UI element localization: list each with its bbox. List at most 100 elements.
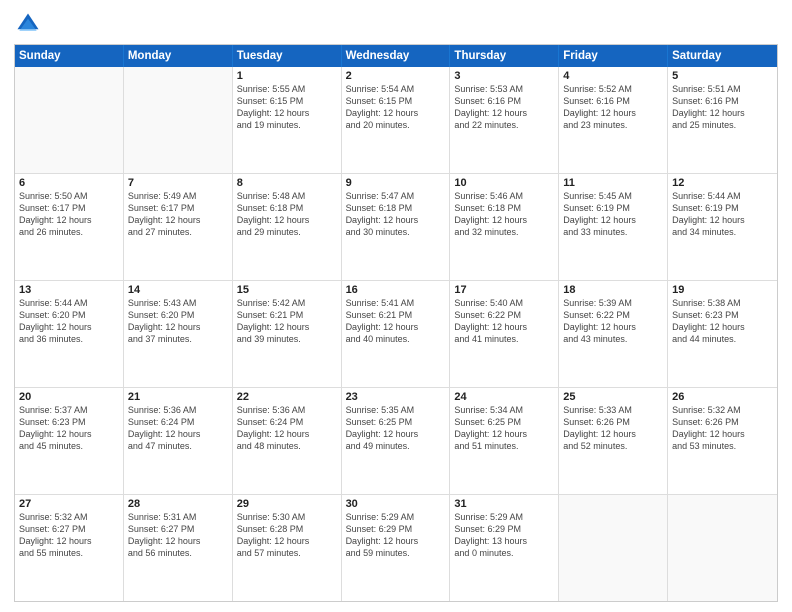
calendar-cell-18: 18Sunrise: 5:39 AM Sunset: 6:22 PM Dayli… xyxy=(559,281,668,387)
calendar-cell-4: 4Sunrise: 5:52 AM Sunset: 6:16 PM Daylig… xyxy=(559,67,668,173)
calendar-cell-5: 5Sunrise: 5:51 AM Sunset: 6:16 PM Daylig… xyxy=(668,67,777,173)
calendar-header-cell-friday: Friday xyxy=(559,45,668,67)
page: SundayMondayTuesdayWednesdayThursdayFrid… xyxy=(0,0,792,612)
day-info: Sunrise: 5:52 AM Sunset: 6:16 PM Dayligh… xyxy=(563,83,663,132)
calendar-cell-20: 20Sunrise: 5:37 AM Sunset: 6:23 PM Dayli… xyxy=(15,388,124,494)
day-info: Sunrise: 5:39 AM Sunset: 6:22 PM Dayligh… xyxy=(563,297,663,346)
calendar-cell-2: 2Sunrise: 5:54 AM Sunset: 6:15 PM Daylig… xyxy=(342,67,451,173)
calendar-cell-16: 16Sunrise: 5:41 AM Sunset: 6:21 PM Dayli… xyxy=(342,281,451,387)
day-number: 26 xyxy=(672,391,773,403)
day-number: 21 xyxy=(128,391,228,403)
calendar-cell-10: 10Sunrise: 5:46 AM Sunset: 6:18 PM Dayli… xyxy=(450,174,559,280)
calendar-cell-31: 31Sunrise: 5:29 AM Sunset: 6:29 PM Dayli… xyxy=(450,495,559,601)
calendar-cell-22: 22Sunrise: 5:36 AM Sunset: 6:24 PM Dayli… xyxy=(233,388,342,494)
day-number: 2 xyxy=(346,70,446,82)
calendar-cell-6: 6Sunrise: 5:50 AM Sunset: 6:17 PM Daylig… xyxy=(15,174,124,280)
day-number: 29 xyxy=(237,498,337,510)
day-info: Sunrise: 5:30 AM Sunset: 6:28 PM Dayligh… xyxy=(237,511,337,560)
day-number: 6 xyxy=(19,177,119,189)
day-info: Sunrise: 5:48 AM Sunset: 6:18 PM Dayligh… xyxy=(237,190,337,239)
day-info: Sunrise: 5:32 AM Sunset: 6:26 PM Dayligh… xyxy=(672,404,773,453)
day-number: 28 xyxy=(128,498,228,510)
logo xyxy=(14,10,46,38)
calendar-week-2: 13Sunrise: 5:44 AM Sunset: 6:20 PM Dayli… xyxy=(15,280,777,387)
day-number: 12 xyxy=(672,177,773,189)
calendar: SundayMondayTuesdayWednesdayThursdayFrid… xyxy=(14,44,778,602)
calendar-cell-1: 1Sunrise: 5:55 AM Sunset: 6:15 PM Daylig… xyxy=(233,67,342,173)
day-number: 4 xyxy=(563,70,663,82)
calendar-cell-3: 3Sunrise: 5:53 AM Sunset: 6:16 PM Daylig… xyxy=(450,67,559,173)
day-info: Sunrise: 5:51 AM Sunset: 6:16 PM Dayligh… xyxy=(672,83,773,132)
calendar-cell-12: 12Sunrise: 5:44 AM Sunset: 6:19 PM Dayli… xyxy=(668,174,777,280)
calendar-week-3: 20Sunrise: 5:37 AM Sunset: 6:23 PM Dayli… xyxy=(15,387,777,494)
calendar-week-4: 27Sunrise: 5:32 AM Sunset: 6:27 PM Dayli… xyxy=(15,494,777,601)
day-info: Sunrise: 5:49 AM Sunset: 6:17 PM Dayligh… xyxy=(128,190,228,239)
day-number: 22 xyxy=(237,391,337,403)
calendar-header-cell-thursday: Thursday xyxy=(450,45,559,67)
day-info: Sunrise: 5:36 AM Sunset: 6:24 PM Dayligh… xyxy=(128,404,228,453)
day-number: 9 xyxy=(346,177,446,189)
day-number: 15 xyxy=(237,284,337,296)
day-number: 7 xyxy=(128,177,228,189)
calendar-cell-27: 27Sunrise: 5:32 AM Sunset: 6:27 PM Dayli… xyxy=(15,495,124,601)
calendar-cell-30: 30Sunrise: 5:29 AM Sunset: 6:29 PM Dayli… xyxy=(342,495,451,601)
calendar-cell-8: 8Sunrise: 5:48 AM Sunset: 6:18 PM Daylig… xyxy=(233,174,342,280)
day-number: 31 xyxy=(454,498,554,510)
calendar-cell-19: 19Sunrise: 5:38 AM Sunset: 6:23 PM Dayli… xyxy=(668,281,777,387)
day-number: 8 xyxy=(237,177,337,189)
calendar-cell-empty-0-0 xyxy=(15,67,124,173)
calendar-cell-25: 25Sunrise: 5:33 AM Sunset: 6:26 PM Dayli… xyxy=(559,388,668,494)
calendar-cell-17: 17Sunrise: 5:40 AM Sunset: 6:22 PM Dayli… xyxy=(450,281,559,387)
calendar-header-cell-tuesday: Tuesday xyxy=(233,45,342,67)
day-number: 19 xyxy=(672,284,773,296)
day-info: Sunrise: 5:55 AM Sunset: 6:15 PM Dayligh… xyxy=(237,83,337,132)
day-number: 14 xyxy=(128,284,228,296)
day-info: Sunrise: 5:44 AM Sunset: 6:20 PM Dayligh… xyxy=(19,297,119,346)
day-number: 11 xyxy=(563,177,663,189)
day-info: Sunrise: 5:36 AM Sunset: 6:24 PM Dayligh… xyxy=(237,404,337,453)
calendar-cell-28: 28Sunrise: 5:31 AM Sunset: 6:27 PM Dayli… xyxy=(124,495,233,601)
day-info: Sunrise: 5:47 AM Sunset: 6:18 PM Dayligh… xyxy=(346,190,446,239)
calendar-cell-7: 7Sunrise: 5:49 AM Sunset: 6:17 PM Daylig… xyxy=(124,174,233,280)
day-number: 25 xyxy=(563,391,663,403)
calendar-week-0: 1Sunrise: 5:55 AM Sunset: 6:15 PM Daylig… xyxy=(15,67,777,173)
calendar-cell-21: 21Sunrise: 5:36 AM Sunset: 6:24 PM Dayli… xyxy=(124,388,233,494)
day-info: Sunrise: 5:46 AM Sunset: 6:18 PM Dayligh… xyxy=(454,190,554,239)
calendar-week-1: 6Sunrise: 5:50 AM Sunset: 6:17 PM Daylig… xyxy=(15,173,777,280)
calendar-header-cell-wednesday: Wednesday xyxy=(342,45,451,67)
calendar-header-cell-monday: Monday xyxy=(124,45,233,67)
calendar-cell-14: 14Sunrise: 5:43 AM Sunset: 6:20 PM Dayli… xyxy=(124,281,233,387)
day-info: Sunrise: 5:45 AM Sunset: 6:19 PM Dayligh… xyxy=(563,190,663,239)
calendar-cell-11: 11Sunrise: 5:45 AM Sunset: 6:19 PM Dayli… xyxy=(559,174,668,280)
day-info: Sunrise: 5:38 AM Sunset: 6:23 PM Dayligh… xyxy=(672,297,773,346)
day-number: 30 xyxy=(346,498,446,510)
day-number: 24 xyxy=(454,391,554,403)
day-number: 1 xyxy=(237,70,337,82)
day-info: Sunrise: 5:32 AM Sunset: 6:27 PM Dayligh… xyxy=(19,511,119,560)
day-number: 23 xyxy=(346,391,446,403)
calendar-header-cell-saturday: Saturday xyxy=(668,45,777,67)
calendar-header-row: SundayMondayTuesdayWednesdayThursdayFrid… xyxy=(15,45,777,67)
day-info: Sunrise: 5:43 AM Sunset: 6:20 PM Dayligh… xyxy=(128,297,228,346)
day-number: 3 xyxy=(454,70,554,82)
logo-icon xyxy=(14,10,42,38)
day-info: Sunrise: 5:29 AM Sunset: 6:29 PM Dayligh… xyxy=(346,511,446,560)
calendar-cell-9: 9Sunrise: 5:47 AM Sunset: 6:18 PM Daylig… xyxy=(342,174,451,280)
day-number: 18 xyxy=(563,284,663,296)
day-info: Sunrise: 5:31 AM Sunset: 6:27 PM Dayligh… xyxy=(128,511,228,560)
calendar-cell-29: 29Sunrise: 5:30 AM Sunset: 6:28 PM Dayli… xyxy=(233,495,342,601)
day-number: 17 xyxy=(454,284,554,296)
calendar-cell-empty-4-5 xyxy=(559,495,668,601)
day-number: 20 xyxy=(19,391,119,403)
calendar-cell-26: 26Sunrise: 5:32 AM Sunset: 6:26 PM Dayli… xyxy=(668,388,777,494)
calendar-cell-empty-4-6 xyxy=(668,495,777,601)
calendar-cell-23: 23Sunrise: 5:35 AM Sunset: 6:25 PM Dayli… xyxy=(342,388,451,494)
calendar-cell-24: 24Sunrise: 5:34 AM Sunset: 6:25 PM Dayli… xyxy=(450,388,559,494)
day-info: Sunrise: 5:54 AM Sunset: 6:15 PM Dayligh… xyxy=(346,83,446,132)
day-info: Sunrise: 5:37 AM Sunset: 6:23 PM Dayligh… xyxy=(19,404,119,453)
day-info: Sunrise: 5:50 AM Sunset: 6:17 PM Dayligh… xyxy=(19,190,119,239)
day-info: Sunrise: 5:42 AM Sunset: 6:21 PM Dayligh… xyxy=(237,297,337,346)
calendar-cell-empty-0-1 xyxy=(124,67,233,173)
day-info: Sunrise: 5:29 AM Sunset: 6:29 PM Dayligh… xyxy=(454,511,554,560)
day-info: Sunrise: 5:41 AM Sunset: 6:21 PM Dayligh… xyxy=(346,297,446,346)
